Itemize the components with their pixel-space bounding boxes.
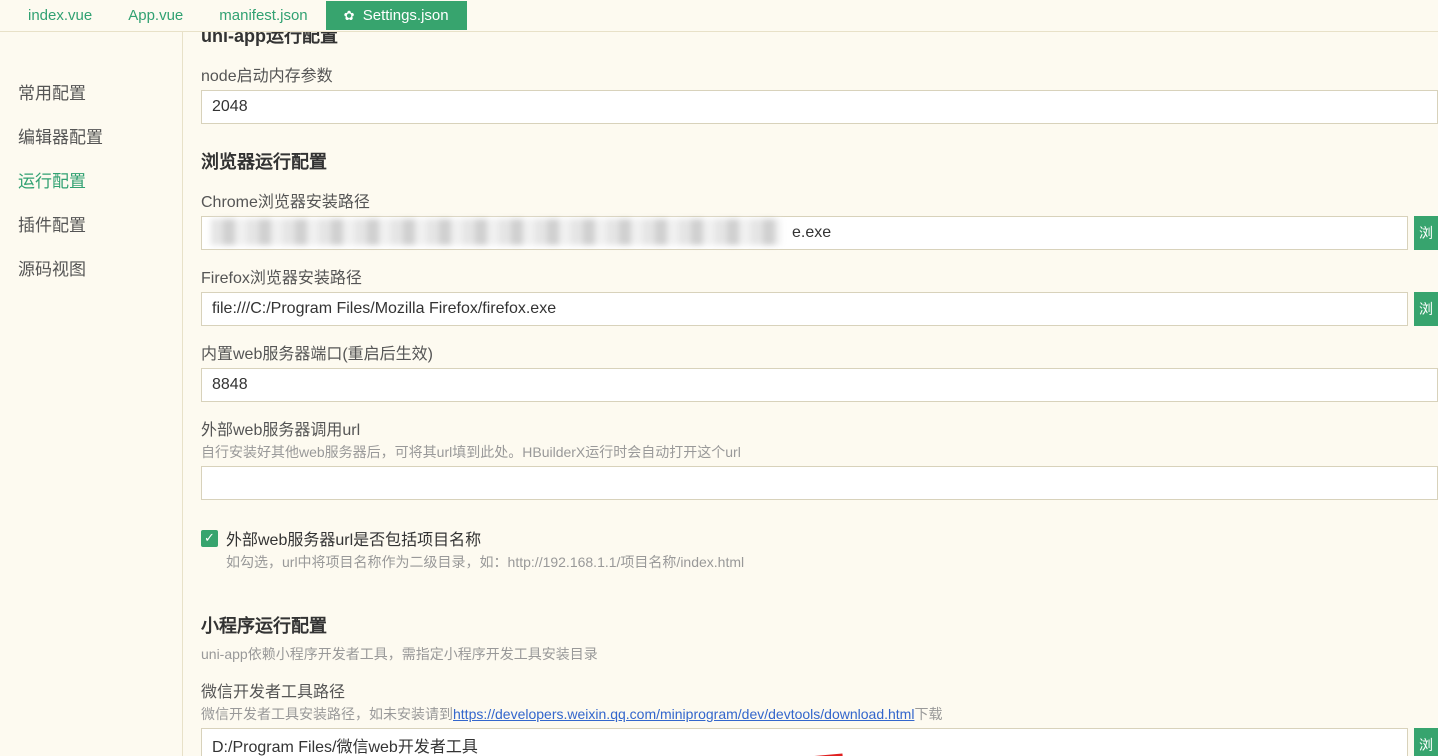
firefox-browse-button[interactable]: 浏 bbox=[1414, 292, 1438, 326]
web-port-label: 内置web服务器端口(重启后生效) bbox=[201, 340, 1438, 364]
main-panel: uni-app运行配置 node启动内存参数 浏览器运行配置 Chrome浏览器… bbox=[182, 32, 1438, 756]
node-memory-input[interactable] bbox=[201, 90, 1438, 124]
tab-bar: index.vue App.vue manifest.json ✿ Settin… bbox=[0, 0, 1438, 32]
sidebar-item-plugin[interactable]: 插件配置 bbox=[18, 204, 182, 248]
node-memory-label: node启动内存参数 bbox=[201, 62, 1438, 86]
include-project-checkbox[interactable]: ✓ bbox=[201, 530, 218, 547]
chrome-path-label: Chrome浏览器安装路径 bbox=[201, 188, 1438, 212]
tab-app-vue[interactable]: App.vue bbox=[110, 1, 201, 30]
wechat-path-input[interactable] bbox=[201, 728, 1408, 756]
section-mini-title: 小程序运行配置 bbox=[201, 612, 1438, 638]
wechat-path-label: 微信开发者工具路径 bbox=[201, 678, 1438, 702]
sidebar-item-editor[interactable]: 编辑器配置 bbox=[18, 116, 182, 160]
section-browser-title: 浏览器运行配置 bbox=[201, 148, 1438, 174]
chrome-browse-button[interactable]: 浏 bbox=[1414, 216, 1438, 250]
external-url-label: 外部web服务器调用url bbox=[201, 416, 1438, 440]
sidebar: 常用配置 编辑器配置 运行配置 插件配置 源码视图 bbox=[0, 32, 182, 756]
external-url-sub: 自行安装好其他web服务器后，可将其url填到此处。HBuilderX运行时会自… bbox=[201, 442, 1438, 462]
wechat-browse-button[interactable]: 浏 bbox=[1414, 728, 1438, 756]
tab-settings-json[interactable]: ✿ Settings.json bbox=[326, 1, 467, 30]
external-url-input[interactable] bbox=[201, 466, 1438, 500]
web-port-input[interactable] bbox=[201, 368, 1438, 402]
section-uniapp-title: uni-app运行配置 bbox=[201, 32, 1438, 48]
sidebar-item-source[interactable]: 源码视图 bbox=[18, 248, 182, 292]
tab-settings-label: Settings.json bbox=[363, 7, 449, 24]
include-project-label: 外部web服务器url是否包括项目名称 bbox=[226, 526, 481, 550]
firefox-path-input[interactable] bbox=[201, 292, 1408, 326]
tab-index-vue[interactable]: index.vue bbox=[10, 1, 110, 30]
gear-icon: ✿ bbox=[344, 8, 355, 24]
wechat-download-link[interactable]: https://developers.weixin.qq.com/minipro… bbox=[453, 706, 914, 722]
tab-manifest-json[interactable]: manifest.json bbox=[201, 1, 325, 30]
include-project-sub: 如勾选，url中将项目名称作为二级目录，如：http://192.168.1.1… bbox=[226, 552, 1438, 572]
section-mini-sub: uni-app依赖小程序开发者工具，需指定小程序开发工具安装目录 bbox=[201, 644, 1438, 664]
sidebar-item-run[interactable]: 运行配置 bbox=[18, 160, 182, 204]
firefox-path-label: Firefox浏览器安装路径 bbox=[201, 264, 1438, 288]
wechat-path-sub: 微信开发者工具安装路径，如未安装请到https://developers.wei… bbox=[201, 704, 1438, 724]
sidebar-item-common[interactable]: 常用配置 bbox=[18, 72, 182, 116]
chrome-path-input[interactable] bbox=[201, 216, 1408, 250]
